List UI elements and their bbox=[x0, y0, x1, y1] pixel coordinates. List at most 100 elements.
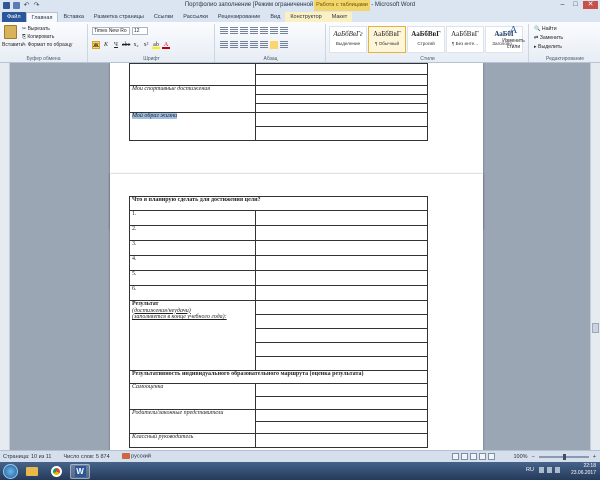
clock[interactable]: 22:18 23.06.2017 bbox=[571, 463, 596, 477]
table-cell[interactable] bbox=[254, 396, 429, 410]
bullets-icon[interactable] bbox=[220, 27, 228, 35]
replace-button[interactable]: ⇄ Заменить bbox=[534, 34, 563, 43]
volume-icon[interactable] bbox=[547, 467, 552, 473]
teacher-cell[interactable]: Классный руководитель bbox=[129, 433, 256, 448]
align-right-icon[interactable] bbox=[240, 41, 248, 49]
table-cell[interactable] bbox=[254, 314, 429, 329]
table-cell[interactable] bbox=[254, 356, 429, 371]
tab-home[interactable]: Главная bbox=[25, 12, 59, 22]
word-count[interactable]: Число слов: 5 874 bbox=[63, 454, 109, 460]
underline-button[interactable]: Ч bbox=[112, 41, 120, 49]
outline-icon[interactable] bbox=[479, 453, 486, 460]
tab-mailings[interactable]: Рассылки bbox=[178, 12, 213, 22]
highlight-color-icon[interactable]: ab bbox=[152, 41, 160, 49]
tab-design[interactable]: Конструктор bbox=[285, 12, 327, 22]
numbered-cell[interactable]: 6. bbox=[129, 285, 256, 301]
start-button-icon[interactable] bbox=[3, 463, 18, 479]
font-name-field[interactable]: Times New Ro bbox=[92, 27, 130, 35]
line-spacing-icon[interactable] bbox=[260, 41, 268, 49]
taskbar-chrome[interactable] bbox=[46, 464, 66, 479]
italic-button[interactable]: К bbox=[102, 41, 110, 49]
language-indicator[interactable]: русский bbox=[121, 453, 151, 460]
effectiveness-header-cell[interactable]: Результативность индивидуального образов… bbox=[128, 370, 429, 384]
subscript-icon[interactable]: x₂ bbox=[132, 41, 140, 49]
vertical-scrollbar[interactable] bbox=[590, 63, 600, 450]
font-size-field[interactable]: 12 bbox=[132, 27, 148, 35]
table-cell[interactable] bbox=[254, 433, 429, 448]
page-count[interactable]: Страница: 10 из 11 bbox=[3, 454, 51, 460]
table-cell[interactable] bbox=[254, 210, 429, 226]
tab-references[interactable]: Ссылки bbox=[149, 12, 178, 22]
tab-layout[interactable]: Макет bbox=[326, 12, 353, 22]
align-left-icon[interactable] bbox=[220, 41, 228, 49]
table-cell[interactable] bbox=[255, 103, 428, 113]
minimize-icon[interactable]: – bbox=[557, 1, 568, 9]
zoom-in-icon[interactable]: + bbox=[593, 454, 596, 460]
table-cell[interactable] bbox=[254, 270, 429, 286]
multilevel-list-icon[interactable] bbox=[240, 27, 248, 35]
bold-button[interactable]: Ж bbox=[92, 41, 100, 49]
table-cell[interactable] bbox=[254, 409, 429, 422]
document-area[interactable]: Мои спортивные достижения Мой образ жизн… bbox=[0, 63, 590, 450]
scrollbar-thumb[interactable] bbox=[592, 323, 599, 333]
table-cell[interactable] bbox=[255, 126, 428, 141]
flag-icon[interactable] bbox=[555, 467, 560, 473]
taskbar-word[interactable]: W bbox=[70, 463, 90, 479]
zoom-out-icon[interactable]: − bbox=[532, 454, 535, 460]
close-icon[interactable]: ✕ bbox=[583, 1, 598, 9]
maximize-icon[interactable]: □ bbox=[570, 1, 581, 9]
taskbar-explorer[interactable] bbox=[22, 464, 42, 479]
table-cell[interactable] bbox=[254, 255, 429, 271]
change-styles-button[interactable]: A Изменить стили bbox=[500, 24, 527, 50]
paste-button[interactable]: Вставить bbox=[2, 42, 23, 48]
plan-header-cell[interactable]: Что я планирую сделать для достижения це… bbox=[128, 196, 429, 211]
paste-icon[interactable] bbox=[4, 25, 17, 39]
table-cell[interactable] bbox=[254, 285, 429, 301]
web-layout-icon[interactable] bbox=[470, 453, 477, 460]
style-normal[interactable]: АаБбВвГ ¶ Обычный bbox=[368, 26, 406, 53]
numbered-cell[interactable]: 3. bbox=[129, 240, 256, 256]
style-strong[interactable]: АаБбВвГ Строгий bbox=[407, 26, 445, 53]
table-cell[interactable] bbox=[255, 112, 428, 127]
page-2[interactable]: Что я планирую сделать для достижения це… bbox=[110, 174, 483, 450]
table-cell[interactable] bbox=[254, 383, 429, 397]
tab-file[interactable]: Файл bbox=[2, 12, 26, 22]
table-cell[interactable] bbox=[254, 342, 429, 357]
table-cell[interactable] bbox=[129, 63, 256, 86]
style-emphasis[interactable]: АаБбВвГг Выделение bbox=[329, 26, 367, 53]
decrease-indent-icon[interactable] bbox=[250, 27, 258, 35]
network-icon[interactable] bbox=[539, 467, 544, 473]
zoom-level[interactable]: 100% bbox=[513, 454, 527, 460]
strikethrough-icon[interactable]: abc bbox=[122, 41, 130, 49]
numbered-cell[interactable]: 5. bbox=[129, 270, 256, 286]
format-painter-button[interactable]: ✎ Формат по образцу bbox=[22, 41, 72, 49]
table-cell[interactable] bbox=[255, 74, 428, 86]
sports-achievements-cell[interactable]: Мои спортивные достижения bbox=[129, 85, 256, 113]
table-cell[interactable] bbox=[254, 300, 429, 315]
select-button[interactable]: ▸ Выделить bbox=[534, 43, 563, 52]
borders-icon[interactable] bbox=[280, 41, 288, 49]
parents-cell[interactable]: Родители/законные представители bbox=[129, 409, 256, 434]
font-color-icon[interactable]: A bbox=[162, 41, 170, 49]
lifestyle-cell[interactable]: Мой образ жизни bbox=[129, 112, 256, 141]
result-cell[interactable]: Результат (достижения/неудачи) (заполняе… bbox=[129, 300, 256, 371]
shading-icon[interactable] bbox=[270, 41, 278, 49]
cut-button[interactable]: ✂ Вырезать bbox=[22, 25, 72, 33]
sort-icon[interactable] bbox=[270, 27, 278, 35]
table-cell[interactable] bbox=[255, 63, 428, 75]
numbering-icon[interactable] bbox=[230, 27, 238, 35]
style-no-spacing[interactable]: АаБбВвГ ¶ Без инте... bbox=[446, 26, 484, 53]
tab-review[interactable]: Рецензирование bbox=[213, 12, 265, 22]
justify-icon[interactable] bbox=[250, 41, 258, 49]
full-screen-icon[interactable] bbox=[461, 453, 468, 460]
table-cell[interactable] bbox=[254, 240, 429, 256]
tab-page-layout[interactable]: Разметка страницы bbox=[89, 12, 149, 22]
table-cell[interactable] bbox=[254, 225, 429, 241]
align-center-icon[interactable] bbox=[230, 41, 238, 49]
superscript-icon[interactable]: x² bbox=[142, 41, 150, 49]
input-language[interactable]: RU bbox=[526, 467, 534, 473]
numbered-cell[interactable]: 4. bbox=[129, 255, 256, 271]
tab-insert[interactable]: Вставка bbox=[58, 12, 88, 22]
show-marks-icon[interactable] bbox=[280, 27, 288, 35]
draft-icon[interactable] bbox=[488, 453, 495, 460]
